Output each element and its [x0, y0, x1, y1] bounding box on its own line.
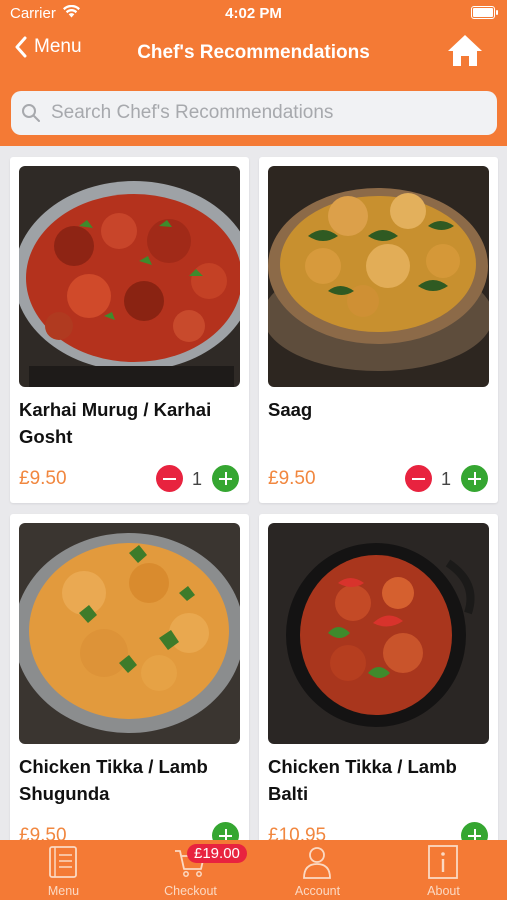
status-time: 4:02 PM [225, 5, 282, 22]
tab-about[interactable]: About [380, 840, 507, 900]
menu-item-card[interactable]: Chicken Tikka / Lamb Balti £10.95 [259, 514, 498, 860]
dish-name: Chicken Tikka / Lamb Shugunda [19, 756, 208, 804]
decrease-quantity-button[interactable] [405, 465, 432, 492]
tab-bar: Menu Checkout Account About [0, 840, 507, 900]
tab-menu-label: Menu [47, 884, 80, 898]
info-icon [428, 845, 458, 879]
decrease-quantity-button[interactable] [156, 465, 183, 492]
page-title: Chef's Recommendations [137, 42, 370, 63]
dish-price: £9.50 [19, 468, 67, 489]
dish-image [268, 523, 489, 744]
search-icon [22, 104, 40, 122]
search-bar[interactable] [11, 91, 497, 135]
account-icon [303, 847, 331, 879]
dish-name: Chicken Tikka / Lamb Balti [268, 756, 457, 804]
tab-account-label: Account [294, 884, 341, 898]
nav-bar: Menu Chef's Recommendations [0, 30, 507, 76]
tab-account[interactable]: Account [254, 840, 381, 900]
quantity-value: 1 [440, 469, 451, 489]
menu-item-card[interactable]: Saag £9.50 1 [259, 157, 498, 503]
quantity-value: 1 [191, 469, 202, 489]
header: Carrier 4:02 PM Menu Chef's Recommendati… [0, 0, 507, 146]
dish-image [19, 166, 240, 387]
battery-icon [471, 6, 498, 19]
tab-about-label: About [427, 884, 460, 898]
home-icon[interactable] [447, 34, 483, 67]
menu-book-icon [49, 846, 77, 878]
tab-checkout-label: Checkout [164, 884, 217, 898]
tab-menu[interactable]: Menu [0, 840, 127, 900]
increase-quantity-button[interactable] [461, 465, 488, 492]
menu-item-card[interactable]: Chicken Tikka / Lamb Shugunda £9.50 [10, 514, 249, 860]
dish-price: £9.50 [268, 468, 316, 489]
dish-name: Saag [268, 399, 313, 420]
increase-quantity-button[interactable] [212, 465, 239, 492]
status-bar: Carrier 4:02 PM [0, 0, 507, 28]
search-input[interactable] [49, 101, 473, 125]
menu-item-card[interactable]: Karhai Murug / Karhai Gosht £9.50 1 [10, 157, 249, 503]
dish-image [19, 523, 240, 744]
cart-total-badge: £19.00 [187, 844, 247, 863]
dish-image [268, 166, 489, 387]
dish-name: Karhai Murug / Karhai Gosht [19, 399, 212, 447]
